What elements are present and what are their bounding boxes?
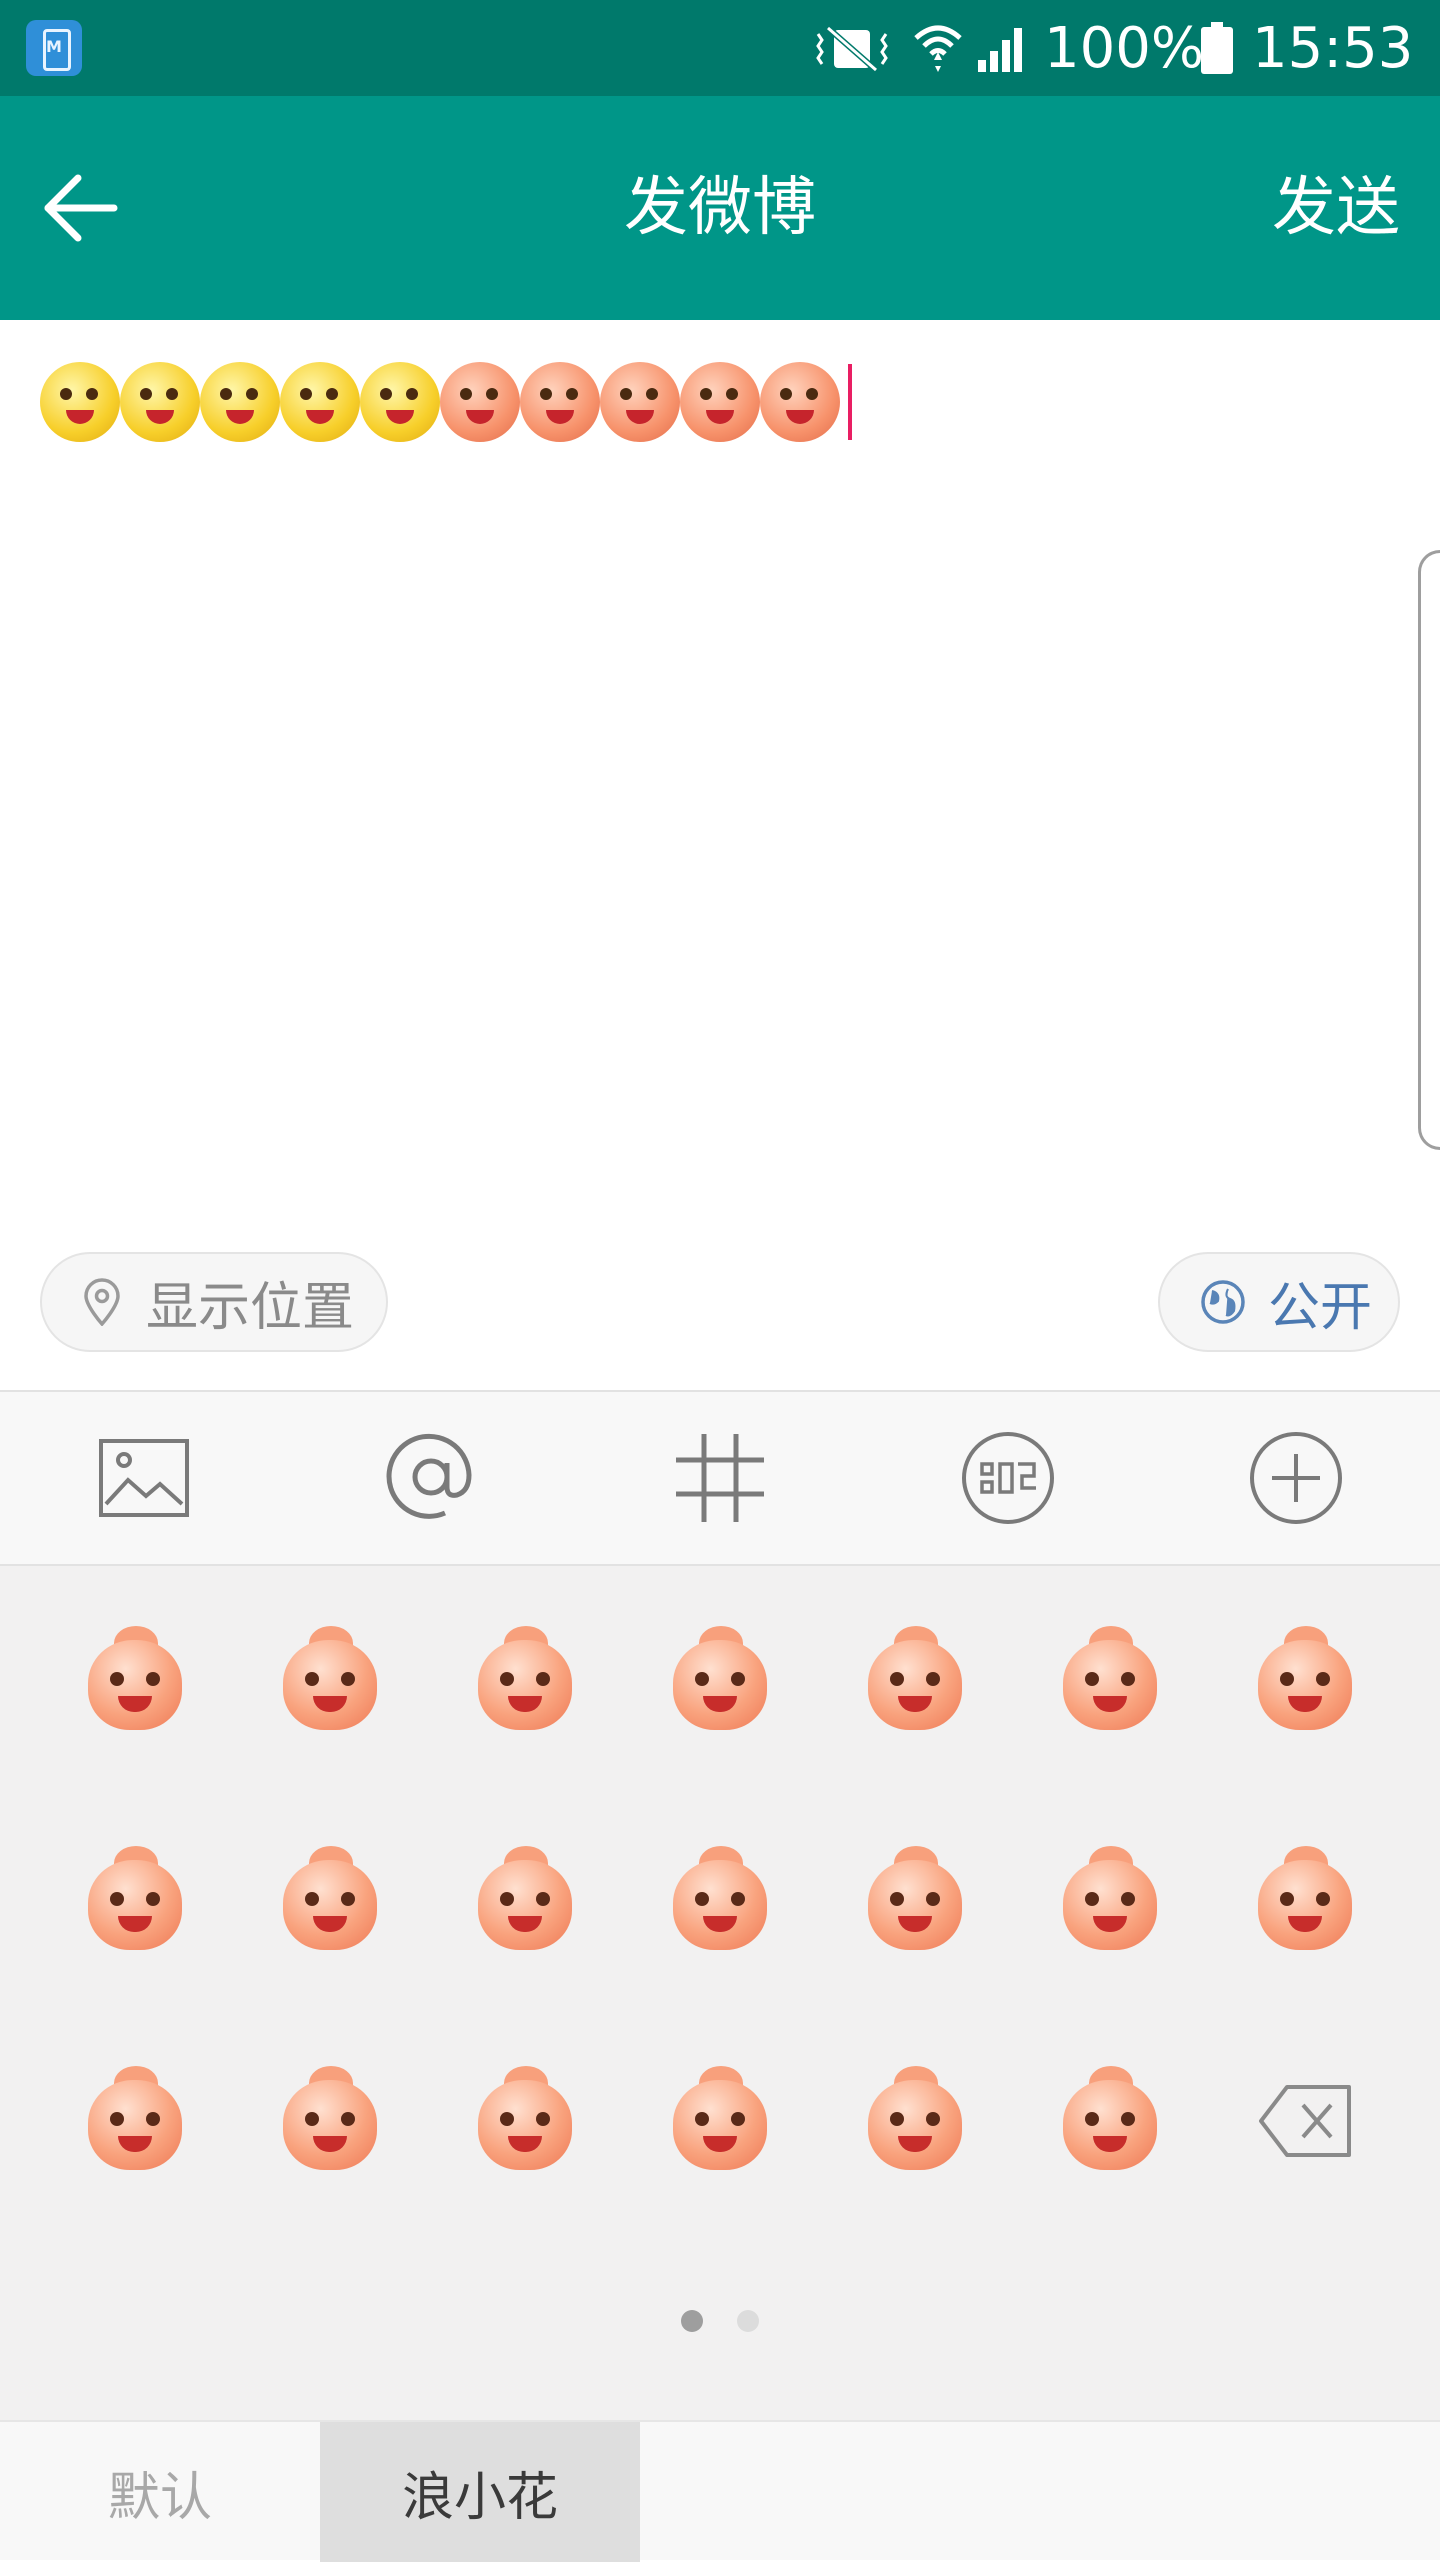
emoji-peach-surprised (600, 362, 680, 442)
location-button[interactable]: 显示位置 (40, 1252, 388, 1352)
battery-icon (1201, 22, 1233, 74)
mention-button[interactable] (380, 1428, 480, 1528)
edge-panel-handle[interactable] (1418, 550, 1440, 1150)
topic-button[interactable] (670, 1428, 770, 1528)
emoji-peach-grin (760, 362, 840, 442)
emoji-panel (0, 1566, 1440, 2420)
sticker-smug[interactable] (1055, 2066, 1165, 2176)
sticker-wink-angry[interactable] (1055, 1846, 1165, 1956)
visibility-button[interactable]: 公开 (1158, 1252, 1400, 1352)
signal-icon (978, 28, 1022, 72)
emoji-yellow-smirk (40, 362, 120, 442)
emoji-tabs: 默认 浪小花 (0, 2420, 1440, 2562)
page-dot-1[interactable] (681, 2310, 703, 2332)
globe-icon (1201, 1280, 1245, 1324)
add-icon (1250, 1432, 1342, 1524)
sticker-dizzy-surprised[interactable] (860, 1846, 970, 1956)
sticker-sweat-drop[interactable] (1055, 1626, 1165, 1736)
text-caret (848, 364, 852, 440)
sticker-shocked-cry[interactable] (665, 1846, 775, 1956)
emoji-yellow-blush-heart (280, 362, 360, 442)
battery-percent: 100% (1044, 16, 1205, 81)
sticker-heart-eyes[interactable] (275, 1626, 385, 1736)
sticker-sparkle-grin[interactable] (470, 1626, 580, 1736)
visibility-label: 公开 (1268, 1277, 1373, 1338)
sticker-crying-tears[interactable] (860, 1626, 970, 1736)
emoji-yellow-shush (360, 362, 440, 442)
send-button[interactable]: 发送 (1272, 168, 1400, 248)
sticker-fan-hide[interactable] (665, 1626, 775, 1736)
title-bar: 发微博 发送 (0, 96, 1440, 320)
emoji-peach-angry-teeth (440, 362, 520, 442)
page-indicator (0, 2306, 1440, 2336)
location-label: 显示位置 (146, 1277, 355, 1338)
tab-default[interactable]: 默认 (0, 2422, 320, 2562)
page-dot-2[interactable] (737, 2310, 759, 2332)
sticker-blush[interactable] (1250, 1626, 1360, 1736)
status-bar: M 100% 15:53 (0, 0, 1440, 96)
sticker-worried[interactable] (860, 2066, 970, 2176)
wifi-icon (914, 25, 962, 72)
mute-icon (816, 25, 888, 73)
compose-area[interactable]: 显示位置 公开 (0, 320, 1440, 1390)
image-button[interactable] (94, 1428, 194, 1528)
add-button[interactable] (1246, 1428, 1346, 1528)
emoji-peach-wink-angry (680, 362, 760, 442)
sticker-big-grin[interactable] (80, 1626, 190, 1736)
long-text-icon (962, 1432, 1054, 1524)
emoji-yellow-crying-loud (120, 362, 200, 442)
compose-text[interactable] (40, 362, 852, 442)
compose-toolbar (0, 1390, 1440, 1566)
location-pin-icon (84, 1278, 120, 1326)
sticker-hearts-shy[interactable] (80, 2066, 190, 2176)
backspace-icon (1259, 2085, 1351, 2157)
image-icon (99, 1439, 189, 1517)
emoji-peach-shocked-cry (520, 362, 600, 442)
sticker-pout[interactable] (470, 2066, 580, 2176)
sticker-toothy-smile[interactable] (275, 2066, 385, 2176)
tab-lang-xiaohua[interactable]: 浪小花 (320, 2422, 640, 2562)
sticker-squint-blush[interactable] (665, 2066, 775, 2176)
emoji-yellow-laughing (200, 362, 280, 442)
long-text-button[interactable] (958, 1428, 1058, 1528)
clock: 15:53 (1252, 16, 1414, 81)
delete-key[interactable] (1250, 2066, 1360, 2176)
at-icon (386, 1433, 472, 1519)
sticker-puppy-eyes[interactable] (80, 1846, 190, 1956)
app-icon: M (26, 20, 82, 76)
hashtag-icon (676, 1434, 764, 1522)
sticker-angry-teeth[interactable] (470, 1846, 580, 1956)
page-title: 发微博 (624, 171, 816, 245)
sticker-grin-teeth[interactable] (1250, 1846, 1360, 1956)
sticker-starry-eyes[interactable] (275, 1846, 385, 1956)
